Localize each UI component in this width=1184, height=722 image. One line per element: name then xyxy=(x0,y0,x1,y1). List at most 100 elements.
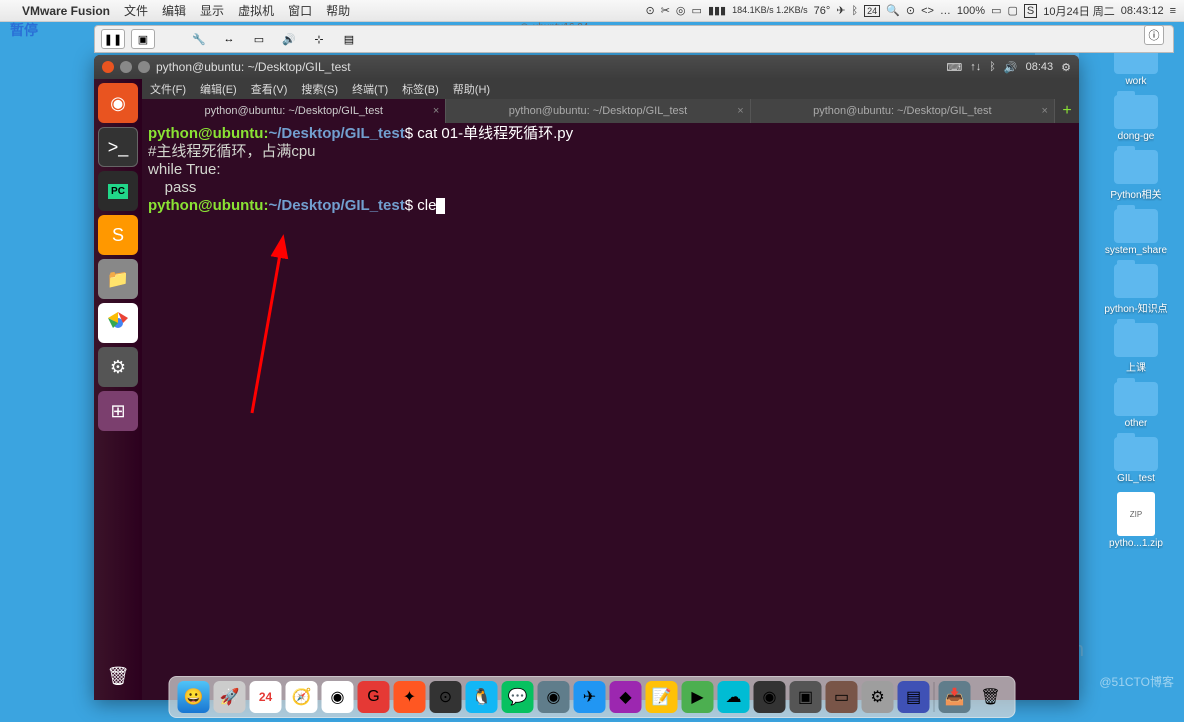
calendar-icon[interactable]: 24 xyxy=(864,5,880,17)
mac-menu-vm[interactable]: 虚拟机 xyxy=(238,2,274,19)
dock-app5-icon[interactable]: ✈ xyxy=(574,681,606,713)
app-name[interactable]: VMware Fusion xyxy=(22,4,110,18)
dock-app2-icon[interactable]: ✦ xyxy=(394,681,426,713)
vm-snapshot-button[interactable]: ▣ xyxy=(131,29,155,49)
battery-icon[interactable]: ▭ xyxy=(991,4,1001,17)
bluetooth-icon[interactable]: ᛒ xyxy=(852,5,859,17)
new-tab-button[interactable]: + xyxy=(1055,102,1079,120)
mac-menu-file[interactable]: 文件 xyxy=(124,2,148,19)
desktop-file-zip[interactable]: ZIPpytho...1.zip xyxy=(1096,492,1176,549)
mac-menu-view[interactable]: 显示 xyxy=(200,2,224,19)
scissors-icon[interactable]: ✂ xyxy=(661,4,670,17)
dock-prefs-icon[interactable]: ⚙ xyxy=(862,681,894,713)
mac-menu-edit[interactable]: 编辑 xyxy=(162,2,186,19)
dock-wechat-icon[interactable]: 💬 xyxy=(502,681,534,713)
s-icon[interactable]: S xyxy=(1024,4,1037,18)
window-min-button[interactable] xyxy=(120,61,132,73)
dock-finder-icon[interactable]: 😀 xyxy=(178,681,210,713)
dock-trash-icon[interactable]: 🗑 xyxy=(975,681,1007,713)
keyboard-icon[interactable]: ⌨ xyxy=(946,61,962,74)
sound-icon[interactable]: 🔊 xyxy=(1004,61,1018,74)
window-max-button[interactable] xyxy=(138,61,150,73)
vm-info-button[interactable]: ⓘ xyxy=(1144,25,1164,45)
dock-app-icon[interactable]: G xyxy=(358,681,390,713)
dock-calendar-icon[interactable]: 24 xyxy=(250,681,282,713)
mac-menu-help[interactable]: 帮助 xyxy=(326,2,350,19)
dock-app10-icon[interactable]: ▤ xyxy=(898,681,930,713)
close-icon[interactable]: × xyxy=(1042,105,1048,117)
dock-qq-icon[interactable]: 🐧 xyxy=(466,681,498,713)
ubuntu-titlebar[interactable]: python@ubuntu: ~/Desktop/GIL_test ⌨ ↑↓ ᛒ… xyxy=(94,55,1079,79)
time[interactable]: 08:43:12 xyxy=(1121,5,1164,17)
network-icon[interactable]: ↑↓ xyxy=(970,61,981,73)
dock-app4-icon[interactable]: ◉ xyxy=(538,681,570,713)
terminal-tab-3[interactable]: python@ubuntu: ~/Desktop/GIL_test× xyxy=(751,99,1055,123)
term-menu-edit[interactable]: 编辑(E) xyxy=(200,81,237,97)
ubuntu-terminal-window: python@ubuntu: ~/Desktop/GIL_test ⌨ ↑↓ ᛒ… xyxy=(94,55,1079,700)
bt-icon[interactable]: ᛒ xyxy=(989,61,996,73)
vm-pause-button[interactable]: ❚❚ xyxy=(101,29,125,49)
term-menu-help[interactable]: 帮助(H) xyxy=(453,81,490,97)
screen-icon[interactable]: ▢ xyxy=(1007,4,1017,17)
date[interactable]: 10月24日 周二 xyxy=(1043,3,1115,19)
close-icon[interactable]: × xyxy=(433,105,439,117)
launcher-trash-icon[interactable]: 🗑 xyxy=(98,656,138,696)
dock-app8-icon[interactable]: ☁ xyxy=(718,681,750,713)
launcher-workspaces-icon[interactable]: ⊞ xyxy=(98,391,138,431)
dock-notes-icon[interactable]: 📝 xyxy=(646,681,678,713)
ubuntu-time[interactable]: 08:43 xyxy=(1026,61,1054,73)
plane-icon[interactable]: ✈ xyxy=(836,4,845,17)
desktop-folder-python[interactable]: Python相关 xyxy=(1096,150,1176,201)
launcher-chrome-icon[interactable] xyxy=(98,303,138,343)
dock-downloads-icon[interactable]: 📥 xyxy=(939,681,971,713)
dock-app7-icon[interactable]: ▶ xyxy=(682,681,714,713)
launcher-dash-icon[interactable]: ◉ xyxy=(98,83,138,123)
search-icon[interactable]: 🔍 xyxy=(886,4,900,17)
launcher-files-icon[interactable]: 📁 xyxy=(98,259,138,299)
vm-tool-4[interactable]: 🔊 xyxy=(277,29,301,49)
launcher-settings-icon[interactable]: ⚙ xyxy=(98,347,138,387)
term-menu-terminal[interactable]: 终端(T) xyxy=(352,81,388,97)
desktop-folder-system[interactable]: system_share xyxy=(1096,209,1176,256)
vm-tool-5[interactable]: ⊹ xyxy=(307,29,331,49)
mac-menu-window[interactable]: 窗口 xyxy=(288,2,312,19)
window-close-button[interactable] xyxy=(102,61,114,73)
desktop-folder-other[interactable]: other xyxy=(1096,382,1176,429)
battery-bars-icon[interactable]: ▮▮▮ xyxy=(708,4,726,17)
dock-launchpad-icon[interactable]: 🚀 xyxy=(214,681,246,713)
launcher-pycharm-icon[interactable]: PC xyxy=(98,171,138,211)
vol-icon[interactable]: … xyxy=(940,5,951,17)
desktop-folder-class[interactable]: 上课 xyxy=(1096,323,1176,374)
dock-vmware-icon[interactable]: ▣ xyxy=(790,681,822,713)
desktop-folder-dongge[interactable]: dong-ge xyxy=(1096,95,1176,142)
desktop-folder-python2[interactable]: python-知识点 xyxy=(1096,264,1176,315)
term-menu-view[interactable]: 查看(V) xyxy=(251,81,288,97)
vm-tool-2[interactable]: ↔ xyxy=(217,29,241,49)
dock-obs-icon[interactable]: ◉ xyxy=(754,681,786,713)
dock-app3-icon[interactable]: ⊙ xyxy=(430,681,462,713)
screenshot-icon[interactable]: ▭ xyxy=(692,4,702,17)
location-icon[interactable]: ◎ xyxy=(676,4,686,17)
dock-app9-icon[interactable]: ▭ xyxy=(826,681,858,713)
dock-app6-icon[interactable]: ◆ xyxy=(610,681,642,713)
terminal-content[interactable]: python@ubuntu:~/Desktop/GIL_test$ cat 01… xyxy=(142,123,1079,700)
cloud-icon[interactable]: ⊙ xyxy=(645,4,654,17)
vm-tool-3[interactable]: ▭ xyxy=(247,29,271,49)
launcher-terminal-icon[interactable]: >_ xyxy=(98,127,138,167)
vm-tool-6[interactable]: ▤ xyxy=(337,29,361,49)
menu-icon[interactable]: ≡ xyxy=(1170,5,1176,17)
terminal-tab-1[interactable]: python@ubuntu: ~/Desktop/GIL_test× xyxy=(142,99,446,123)
terminal-tab-2[interactable]: python@ubuntu: ~/Desktop/GIL_test× xyxy=(446,99,750,123)
close-icon[interactable]: × xyxy=(737,105,743,117)
nav-icon[interactable]: <> xyxy=(921,5,934,17)
term-menu-search[interactable]: 搜索(S) xyxy=(301,81,338,97)
vm-tool-1[interactable]: 🔧 xyxy=(187,29,211,49)
wifi-icon[interactable]: ⊙ xyxy=(906,4,915,17)
desktop-folder-gil[interactable]: GIL_test xyxy=(1096,437,1176,484)
term-menu-tabs[interactable]: 标签(B) xyxy=(402,81,439,97)
dock-chrome-icon[interactable]: ◉ xyxy=(322,681,354,713)
gear-icon[interactable]: ⚙ xyxy=(1061,61,1071,74)
launcher-sublime-icon[interactable]: S xyxy=(98,215,138,255)
term-menu-file[interactable]: 文件(F) xyxy=(150,81,186,97)
dock-safari-icon[interactable]: 🧭 xyxy=(286,681,318,713)
